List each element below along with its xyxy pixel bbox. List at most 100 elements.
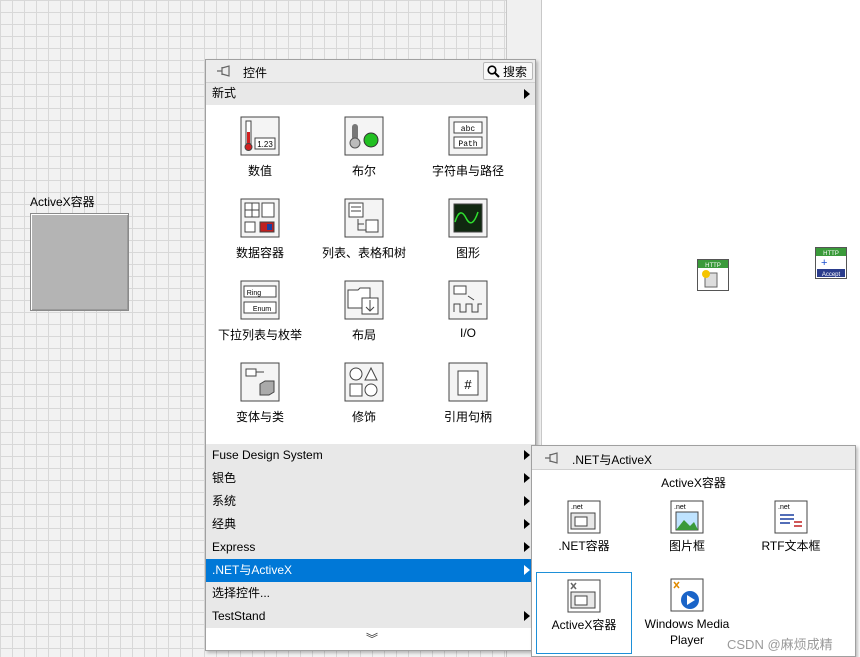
chevron-right-icon: [524, 519, 530, 529]
tile-variant-class[interactable]: 变体与类: [208, 352, 312, 434]
svg-text:Path: Path: [458, 140, 477, 149]
controls-palette: 控件 搜索 新式 1.23 数值 布尔 abc Path 字符串与路径 数据容器…: [205, 59, 536, 651]
http-open-handle-node[interactable]: HTTP: [697, 259, 729, 291]
search-icon: [487, 64, 500, 78]
subpalette-caption: ActiveX容器: [661, 476, 726, 490]
tile-boolean[interactable]: 布尔: [312, 106, 416, 188]
variant-class-icon: [240, 362, 280, 402]
menu-item-fuse-design-system[interactable]: Fuse Design System: [206, 444, 535, 467]
menu-item-label: .NET与ActiveX: [212, 563, 293, 577]
subpalette-header: .NET与ActiveX: [532, 446, 855, 470]
svg-text:1.23: 1.23: [257, 140, 273, 149]
tile-label: I/O: [459, 326, 476, 340]
watermark: CSDN @麻烦成精: [727, 637, 833, 652]
chevron-right-icon: [524, 565, 530, 575]
tile-windows-media-player[interactable]: Windows Media Player: [639, 572, 735, 654]
decorations-icon: [344, 362, 384, 402]
menu-item-label: Express: [212, 540, 256, 554]
chevron-right-icon: [524, 473, 530, 483]
net-activex-subpalette: .NET与ActiveX ActiveX容器 .net .NET容器 .net …: [531, 445, 856, 657]
activex-container-icon: [567, 579, 601, 613]
tile-ring-enum[interactable]: Ring Enum 下拉列表与枚举: [208, 270, 312, 352]
http-add-header-node[interactable]: HTTP + Accept: [815, 247, 847, 279]
tile-numeric[interactable]: 1.23 数值: [208, 106, 312, 188]
expand-more-icon[interactable]: ︾: [366, 630, 378, 647]
subpalette-title: .NET与ActiveX: [572, 453, 653, 467]
pin-icon[interactable]: [216, 64, 232, 78]
tile-decorations[interactable]: 修饰: [312, 352, 416, 434]
boolean-icon: [344, 116, 384, 156]
tile-label: 数值: [247, 164, 272, 178]
tile-data-container[interactable]: 数据容器: [208, 188, 312, 270]
menu-item-label: 经典: [212, 517, 237, 531]
menu-item-label: TestStand: [212, 609, 266, 623]
palette-header: 控件 搜索: [206, 60, 535, 83]
palette-tile-grid: 1.23 数值 布尔 abc Path 字符串与路径 数据容器 列表、表格和树 …: [206, 106, 535, 444]
tile-label: 下拉列表与枚举: [217, 328, 302, 342]
menu-item-silver[interactable]: 银色: [206, 467, 535, 490]
menu-item-classic[interactable]: 经典: [206, 513, 535, 536]
tile-label: Windows Media Player: [644, 617, 730, 647]
chevron-right-icon: [524, 611, 530, 621]
svg-text:abc: abc: [461, 125, 476, 134]
menu-item-label: 选择控件...: [212, 586, 271, 600]
search-button[interactable]: 搜索: [483, 62, 533, 80]
tile-string-path[interactable]: abc Path 字符串与路径: [416, 106, 520, 188]
menu-item-label: 银色: [212, 471, 237, 485]
palette-category-modern[interactable]: 新式: [206, 83, 535, 105]
accept-label: Accept: [822, 272, 841, 278]
data-container-icon: [240, 198, 280, 238]
net-container-icon: .net: [567, 500, 601, 534]
tile-label: 布局: [351, 328, 376, 342]
numeric-icon: 1.23: [240, 116, 280, 156]
tile-label: .NET容器: [558, 539, 610, 553]
menu-item-express[interactable]: Express: [206, 536, 535, 559]
tile-rtf-textbox[interactable]: .net RTF文本框: [743, 494, 839, 576]
chevron-right-icon: [524, 89, 530, 99]
tile-net-container[interactable]: .net .NET容器: [536, 494, 632, 576]
menu-item-label: Fuse Design System: [212, 448, 323, 462]
io-icon: [448, 280, 488, 320]
tile-layout[interactable]: 布局: [312, 270, 416, 352]
activex-container-control[interactable]: [30, 213, 129, 311]
tile-label: 引用句柄: [443, 410, 492, 424]
svg-text:+: +: [821, 257, 827, 269]
search-label: 搜索: [503, 64, 528, 79]
tile-io[interactable]: I/O: [416, 270, 520, 352]
graph-icon: [448, 198, 488, 238]
svg-text:.net: .net: [674, 504, 686, 511]
svg-text:Enum: Enum: [253, 306, 271, 313]
svg-text:Ring: Ring: [247, 290, 262, 297]
tile-activex-container[interactable]: ActiveX容器: [536, 572, 632, 654]
tile-graph[interactable]: 图形: [416, 188, 520, 270]
tile-refnum[interactable]: # 引用句柄: [416, 352, 520, 434]
menu-item-teststand[interactable]: TestStand: [206, 605, 535, 628]
layout-icon: [344, 280, 384, 320]
http-label: HTTP: [705, 263, 721, 269]
svg-text:.net: .net: [778, 504, 790, 511]
rtf-textbox-icon: .net: [774, 500, 808, 534]
tile-label: 列表、表格和树: [321, 246, 406, 260]
tile-label: ActiveX容器: [551, 618, 617, 632]
tile-label: 数据容器: [235, 246, 284, 260]
svg-text:.net: .net: [571, 504, 583, 511]
chevron-right-icon: [524, 496, 530, 506]
tile-label: 变体与类: [235, 410, 284, 424]
refnum-icon: #: [448, 362, 488, 402]
tile-list-table-tree[interactable]: 列表、表格和树: [312, 188, 416, 270]
pin-icon[interactable]: [544, 451, 560, 465]
svg-text:#: #: [464, 377, 472, 392]
tile-label: 布尔: [351, 164, 376, 178]
palette-category-list: Fuse Design System 银色 系统 经典 Express .NET…: [206, 444, 535, 628]
string-path-icon: abc Path: [448, 116, 488, 156]
picture-box-icon: .net: [670, 500, 704, 534]
tile-label: 图形: [455, 246, 480, 260]
menu-item-system[interactable]: 系统: [206, 490, 535, 513]
menu-item-select-control[interactable]: 选择控件...: [206, 582, 535, 605]
media-player-icon: [670, 578, 704, 612]
ring-enum-icon: Ring Enum: [240, 280, 280, 320]
list-table-tree-icon: [344, 198, 384, 238]
tile-picture-box[interactable]: .net 图片框: [639, 494, 735, 576]
menu-item-net-activex[interactable]: .NET与ActiveX: [206, 559, 535, 582]
category-label: 新式: [212, 86, 237, 100]
